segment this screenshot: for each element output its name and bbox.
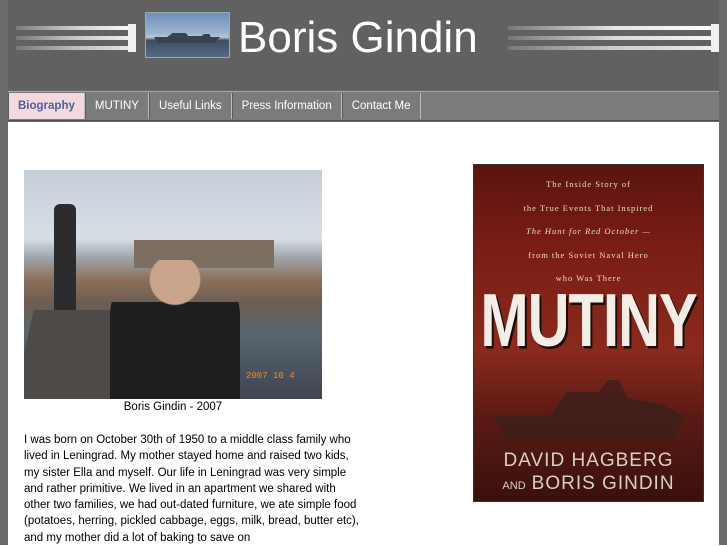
- nav-biography[interactable]: Biography: [8, 93, 85, 119]
- warship-image: [494, 380, 684, 440]
- book-title: MUTINY: [480, 278, 697, 363]
- nav-contact-me[interactable]: Contact Me: [341, 93, 421, 119]
- header-stripes-left: [16, 24, 136, 58]
- nav-mutiny[interactable]: MUTINY: [84, 93, 149, 119]
- stripe: [508, 26, 719, 30]
- book-authors: DAVID HAGBERG AND BORIS GINDIN: [474, 449, 703, 498]
- author-2-line: AND BORIS GINDIN: [474, 472, 703, 498]
- mutiny-book-cover[interactable]: The Inside Story of the True Events That…: [473, 164, 704, 502]
- ship-icon: [154, 33, 220, 43]
- site-title: Boris Gindin: [238, 13, 478, 62]
- tagline-line: the True Events That Inspired: [523, 202, 654, 213]
- nav-press-information[interactable]: Press Information: [231, 93, 342, 119]
- author-1: DAVID HAGBERG: [503, 450, 674, 471]
- statue: [54, 204, 76, 324]
- tagline-line: The Hunt for Red October —: [526, 226, 651, 236]
- site-header: Boris Gindin: [8, 0, 719, 90]
- main-content: 2007 10 4 Boris Gindin - 2007 I was born…: [8, 122, 719, 545]
- photo-caption: Boris Gindin - 2007: [123, 401, 223, 413]
- stripe: [16, 26, 136, 30]
- stripe-cap: [711, 24, 719, 52]
- header-stripes-right: [508, 24, 719, 58]
- author-2: BORIS GINDIN: [531, 473, 675, 494]
- stripe: [16, 36, 136, 40]
- author-and: AND: [502, 480, 526, 492]
- tagline-line: from the Soviet Naval Hero: [528, 249, 649, 260]
- stripe: [508, 36, 719, 40]
- photo-date-stamp: 2007 10 4: [246, 371, 295, 381]
- tagline-line: The Inside Story of: [546, 179, 631, 189]
- nav-useful-links[interactable]: Useful Links: [148, 93, 232, 119]
- person: [110, 260, 240, 399]
- stripe: [508, 46, 719, 50]
- stripe-cap: [128, 24, 136, 52]
- book-tagline: The Inside Story of the True Events That…: [474, 173, 703, 291]
- main-nav: Biography MUTINY Useful Links Press Info…: [8, 91, 719, 121]
- stripe: [16, 46, 136, 50]
- boris-photo: 2007 10 4: [24, 170, 322, 399]
- biography-text: I was born on October 30th of 1950 to a …: [24, 434, 359, 544]
- ship-logo-image: [145, 12, 230, 58]
